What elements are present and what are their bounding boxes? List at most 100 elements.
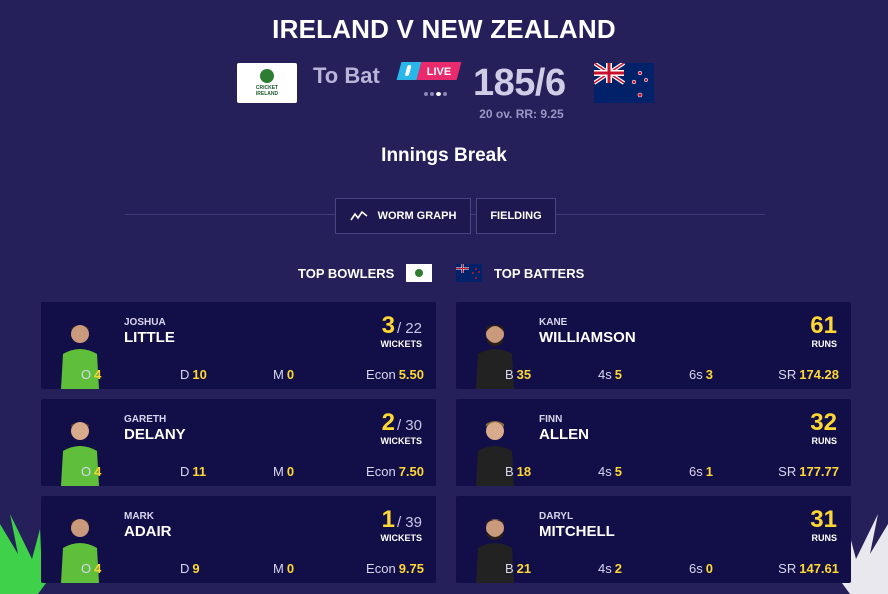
runs-conceded: / 30	[396, 417, 422, 434]
figure-unit: WICKETS	[380, 339, 423, 349]
stat-label: B	[505, 464, 514, 479]
tab-fielding-label: FIELDING	[490, 210, 542, 222]
stat-value: 4	[94, 464, 102, 479]
stat-value: 18	[516, 464, 532, 479]
ireland-logo-icon	[406, 264, 433, 282]
player-last-name: DELANY	[124, 426, 186, 443]
carousel-dot-active[interactable]	[436, 92, 441, 96]
wickets-figure: 2/ 30	[382, 409, 422, 437]
stat-label: D	[180, 367, 190, 382]
player-last-name: WILLIAMSON	[539, 329, 636, 346]
stat-value: 10	[192, 367, 207, 382]
top-batters-label: TOP BATTERS	[494, 265, 585, 281]
stat-label: Econ	[366, 367, 396, 382]
carousel-dot[interactable]	[443, 92, 447, 96]
player-first-name: KANE	[539, 317, 568, 328]
stat-label: D	[180, 561, 190, 576]
wickets-value: 2	[381, 409, 395, 436]
runs-conceded: / 22	[396, 320, 422, 337]
player-first-name: DARYL	[539, 511, 574, 522]
stat-value: 177.77	[799, 464, 839, 479]
live-indicator[interactable]: LIVE	[396, 62, 462, 80]
figure-unit: RUNS	[811, 436, 837, 446]
bowler-card[interactable]: GARETH DELANY 2/ 30 WICKETS O4 D 11 M0 Ec…	[41, 399, 436, 486]
team-score: 185/6	[473, 62, 566, 104]
stat-value: 0	[286, 561, 295, 576]
player-last-name: LITTLE	[124, 329, 175, 346]
tab-fielding[interactable]: FIELDING	[476, 198, 556, 234]
stat-label: Econ	[366, 561, 396, 576]
batter-card[interactable]: KANE WILLIAMSON 61 RUNS B 35 4s 5 6s 3 SR 17…	[456, 302, 851, 389]
carousel-dots[interactable]	[424, 92, 447, 96]
player-stats: B 18 4s 5 6s 1 SR 177.77	[496, 464, 839, 480]
player-stats: O4 D9 M0 Econ 9.75	[81, 561, 424, 577]
figure-unit: WICKETS	[380, 533, 423, 543]
ireland-logo-text: IRELAND	[255, 91, 279, 97]
stat-value: 2	[614, 561, 622, 576]
stat-value: 11	[192, 464, 207, 479]
wickets-figure: 3/ 22	[382, 312, 422, 340]
stat-label: M	[273, 464, 284, 479]
wickets-figure: 1/ 39	[382, 506, 422, 534]
overs-run-rate: 20 ov. RR: 9.25	[479, 107, 564, 121]
player-last-name: MITCHELL	[539, 523, 615, 540]
worm-graph-icon	[349, 210, 368, 221]
stat-label: SR	[778, 367, 797, 382]
runs-figure: 32	[810, 409, 837, 436]
stat-label: O	[81, 367, 92, 382]
player-stats: O4 D 11 M0 Econ 7.50	[81, 464, 424, 480]
shamrock-icon	[260, 69, 274, 83]
carousel-dot[interactable]	[424, 92, 428, 96]
stat-value: 4	[94, 561, 102, 576]
tab-worm-graph[interactable]: WORM GRAPH	[335, 198, 471, 234]
batter-card[interactable]: DARYL MITCHELL 31 RUNS B 21 4s 2 6s 0 SR 147…	[456, 496, 851, 583]
player-last-name: ALLEN	[539, 426, 589, 443]
ireland-team-logo: CRICKET IRELAND	[237, 63, 297, 103]
stat-label: 6s	[689, 561, 703, 576]
stat-value: 3	[705, 367, 713, 382]
match-title: IRELAND V NEW ZEALAND	[272, 14, 616, 44]
to-bat-label: To Bat	[313, 63, 380, 88]
runs-figure: 31	[810, 506, 837, 533]
stat-value: 0	[705, 561, 713, 576]
stat-value: 21	[516, 561, 532, 576]
bowler-card[interactable]: MARK ADAIR 1/ 39 WICKETS O4 D9 M0 Econ 9.…	[41, 496, 436, 583]
player-first-name: FINN	[539, 414, 563, 425]
top-bowlers-heading: TOP BOWLERS	[298, 264, 433, 282]
stat-value: 5	[614, 367, 622, 382]
new-zealand-flag-icon	[456, 264, 482, 282]
stat-label: B	[505, 561, 514, 576]
player-first-name: GARETH	[124, 414, 167, 425]
runs-conceded: / 39	[396, 514, 422, 531]
stat-label: SR	[778, 561, 797, 576]
stat-label: O	[81, 464, 92, 479]
player-stats: B 35 4s 5 6s 3 SR 174.28	[496, 367, 839, 383]
figure-unit: RUNS	[811, 339, 837, 349]
stat-label: SR	[778, 464, 797, 479]
stat-value: 147.61	[799, 561, 839, 576]
stat-value: 7.50	[398, 464, 424, 479]
stat-label: M	[273, 561, 284, 576]
stat-value: 0	[286, 367, 295, 382]
runs-figure: 61	[810, 312, 837, 339]
stat-value: 9.75	[398, 561, 424, 576]
stat-label: 4s	[598, 464, 612, 479]
wickets-value: 3	[381, 312, 395, 339]
match-status: Innings Break	[381, 145, 507, 166]
stat-label: 4s	[598, 367, 612, 382]
stat-label: 6s	[689, 367, 703, 382]
stat-value: 9	[192, 561, 200, 576]
stat-label: 6s	[689, 464, 703, 479]
live-badge: LIVE	[416, 62, 462, 80]
stat-value: 4	[94, 367, 102, 382]
stat-value: 35	[516, 367, 532, 382]
figure-unit: RUNS	[811, 533, 837, 543]
carousel-dot[interactable]	[430, 92, 434, 96]
stat-label: B	[505, 367, 514, 382]
player-last-name: ADAIR	[124, 523, 172, 540]
batter-card[interactable]: FINN ALLEN 32 RUNS B 18 4s 5 6s 1 SR 177.77	[456, 399, 851, 486]
stat-value: 1	[705, 464, 713, 479]
stat-label: 4s	[598, 561, 612, 576]
player-stats: B 21 4s 2 6s 0 SR 147.61	[496, 561, 839, 577]
bowler-card[interactable]: JOSHUA LITTLE 3/ 22 WICKETS O4 D 10 M0 Ec…	[41, 302, 436, 389]
